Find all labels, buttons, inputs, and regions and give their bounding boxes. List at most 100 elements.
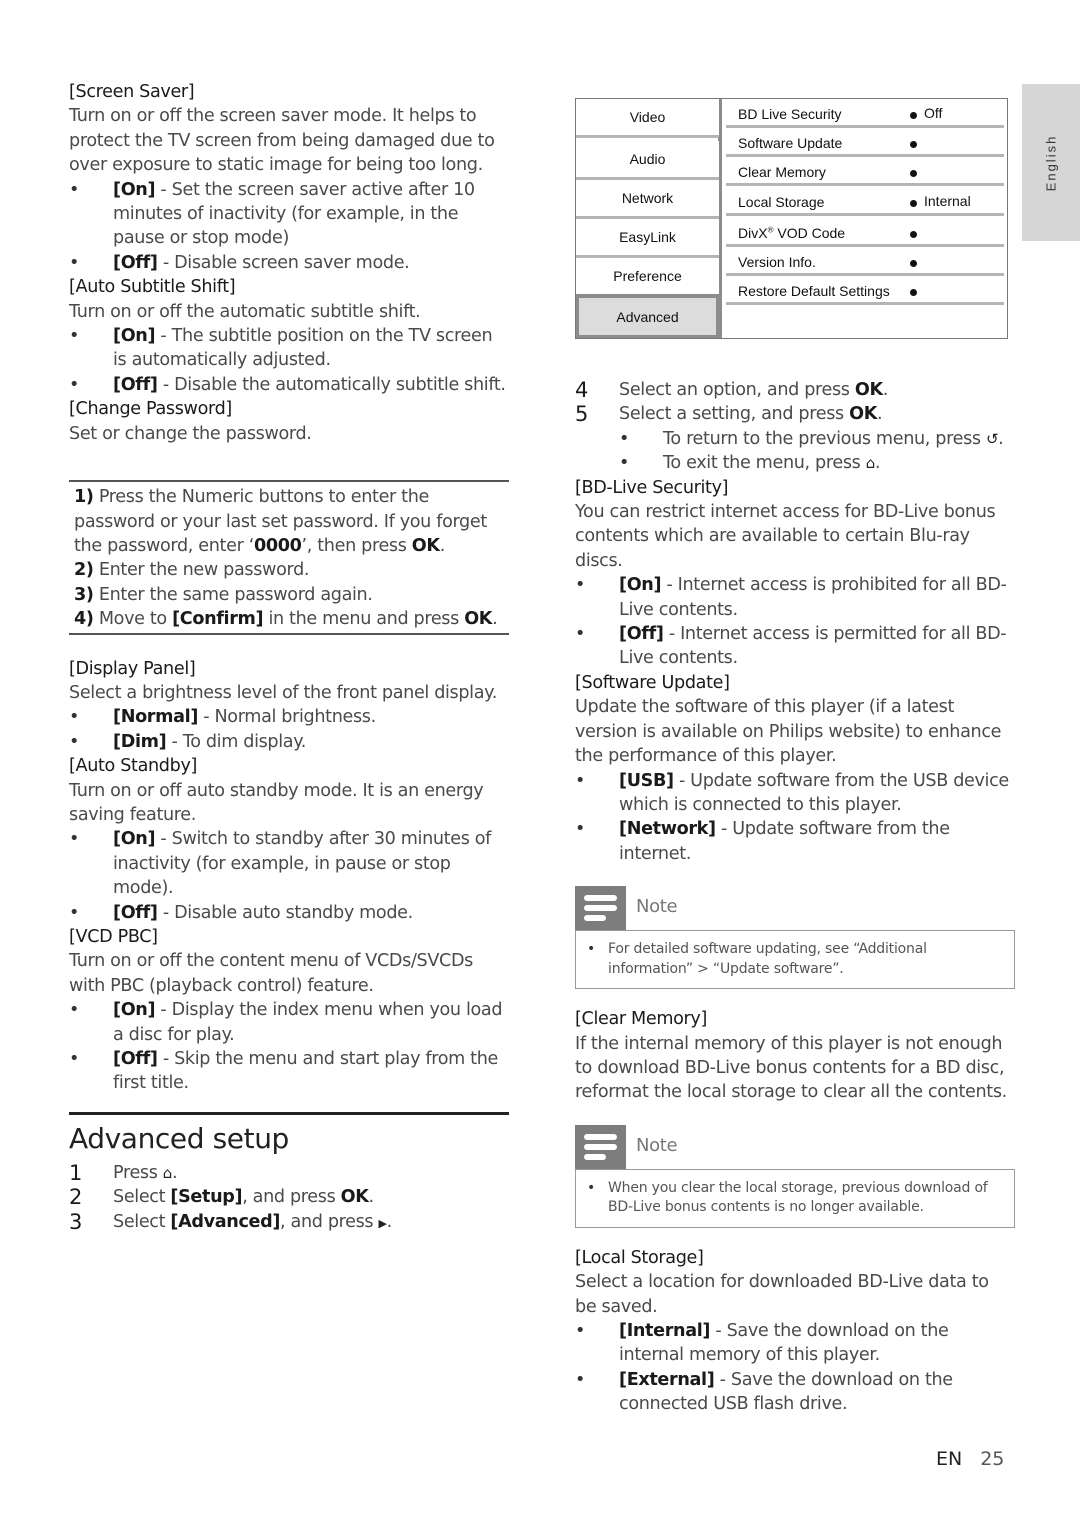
vcd-pbc-section: [VCD PBC] Turn on or off the content men… [69,925,509,1096]
advanced-setup-section: Advanced setup 1 Press ⌂. 2 Select [Setup]… [69,1119,509,1236]
option-off: [Off] - Internet access is permitted for… [575,622,1015,671]
section-heading: [VCD PBC] [69,927,158,947]
note-text: For detailed software updating, see “Add… [575,930,1015,990]
option-on: [On] - The subtitle position on the TV s… [69,324,509,373]
right-arrow-icon: ▶ [378,1216,387,1230]
section-description: Set or change the password. [69,423,312,444]
section-description: Select a location for downloaded BD-Live… [575,1272,989,1317]
setup-step-2: 2 Select [Setup], and press OK. [69,1185,374,1210]
section-heading: [Display Panel] [69,658,196,679]
menu-tab-audio[interactable]: Audio [576,141,719,180]
option-normal: [Normal] - Normal brightness. [69,705,509,730]
setup-step-3: 3 Select [Advanced], and press ▶. [69,1209,392,1234]
setup-step-5: 5 Select a setting, and press OK. [575,402,883,427]
setup-step-1: 1 Press ⌂. [69,1160,178,1185]
menu-tab-preference[interactable]: Preference [576,258,719,297]
note-icon [575,1124,626,1169]
bd-live-security-section: [BD-Live Security] You can restrict inte… [575,476,1015,671]
menu-tab-network[interactable]: Network [576,180,719,219]
section-heading: [Change Password] [69,399,232,420]
section-description: Turn on or off auto standby mode. It is … [69,780,484,825]
menu-row-divx-vod-code[interactable]: DivX® VOD Code [726,218,1004,247]
screen-saver-section: [Screen Saver] Turn on or off the screen… [69,80,509,276]
language-tab: English [1022,84,1080,241]
clear-memory-section: [Clear Memory] If the internal memory of… [575,1007,1015,1105]
language-code: EN [936,1448,963,1470]
page-footer: EN 25 [936,1448,1004,1470]
password-steps-box: 1) Press the Numeric buttons to enter th… [69,480,509,635]
setup-step-4: 4 Select an option, and press OK. [575,378,889,402]
section-description: Turn on or off the screen saver mode. It… [69,106,495,176]
option-external: [External] - Save the download on the co… [575,1368,1015,1417]
bullet-icon [910,231,917,238]
sub-bullet-return: To return to the previous menu, press ↺. [575,427,1015,452]
section-description: You can restrict internet access for BD-… [575,502,996,571]
change-password-section: [Change Password] Set or change the pass… [69,397,509,635]
bullet-icon [910,141,917,148]
section-description: Update the software of this player (if a… [575,697,1002,767]
section-heading: [Auto Subtitle Shift] [69,277,236,298]
option-off: [Off] - Skip the menu and start play fro… [69,1047,509,1096]
sub-bullet-exit: To exit the menu, press ⌂. [575,451,1015,476]
section-heading: [Clear Memory] [575,1009,707,1030]
menu-tab-video[interactable]: Video [576,99,719,138]
back-icon: ↺ [985,429,999,448]
local-storage-section: [Local Storage] Select a location for do… [575,1246,1015,1417]
section-heading: [BD-Live Security] [575,477,729,498]
menu-row-local-storage[interactable]: Local Storage Internal [726,187,1004,216]
section-description: Select a brightness level of the front p… [69,682,497,703]
menu-options-list: BD Live Security Off Software Update Clea… [726,99,1007,338]
option-dim: [Dim] - To dim display. [69,730,509,755]
option-usb: [USB] - Update software from the USB dev… [575,769,1015,818]
option-on: [On] - Display the index menu when you l… [69,998,509,1047]
option-off: [Off] - Disable the automatically subtit… [69,373,509,398]
section-title: Advanced setup [69,1121,289,1155]
bullet-icon [910,112,917,119]
menu-row-software-update[interactable]: Software Update [726,128,1004,157]
menu-tab-advanced[interactable]: Advanced [576,295,719,338]
section-heading: [Local Storage] [575,1247,704,1268]
option-network: [Network] - Update software from the int… [575,817,1015,866]
left-column: [Screen Saver] Turn on or off the screen… [69,80,509,1236]
bullet-icon [910,170,917,177]
menu-tab-easylink[interactable]: EasyLink [576,219,719,258]
section-description: Turn on or off the content menu of VCDs/… [69,951,473,996]
page-number: 25 [980,1448,1005,1470]
settings-menu-screenshot: Video Audio Network EasyLink Preference … [575,98,1008,339]
password-step-2: 2) Enter the new password. [74,560,310,581]
menu-row-restore-default-settings[interactable]: Restore Default Settings [726,276,1004,305]
menu-row-version-info[interactable]: Version Info. [726,247,1004,276]
option-off: [Off] - Disable screen saver mode. [69,251,509,276]
option-off: [Off] - Disable auto standby mode. [69,901,509,926]
option-on: [On] - Switch to standby after 30 minute… [69,827,509,900]
bullet-icon [910,200,917,207]
home-icon: ⌂ [865,454,876,473]
section-description: Turn on or off the automatic subtitle sh… [69,301,421,322]
menu-row-clear-memory[interactable]: Clear Memory [726,157,1004,186]
option-on: [On] - Internet access is prohibited for… [575,573,1015,622]
password-step-4: 4) Move to [Confirm] in the menu and pre… [74,609,498,630]
software-update-section: [Software Update] Update the software of… [575,671,1015,866]
password-step-3: 3) Enter the same password again. [74,584,373,605]
bullet-icon [910,289,917,296]
section-heading: [Screen Saver] [69,82,195,102]
option-internal: [Internal] - Save the download on the in… [575,1319,1015,1368]
section-divider [69,1111,509,1115]
menu-category-list: Video Audio Network EasyLink Preference … [576,99,722,338]
right-column: 4 Select an option, and press OK. 5 Select… [575,378,1015,1417]
display-panel-section: [Display Panel] Select a brightness leve… [69,657,509,755]
auto-subtitle-shift-section: [Auto Subtitle Shift] Turn on or off the… [69,275,509,397]
password-step-1: 1) Press the Numeric buttons to enter th… [74,487,487,556]
section-heading: [Software Update] [575,672,730,693]
bullet-icon [910,260,917,267]
note-text: When you clear the local storage, previo… [575,1168,1015,1228]
note-icon [575,886,626,931]
menu-row-bd-live-security[interactable]: BD Live Security Off [726,99,1004,128]
section-description: If the internal memory of this player is… [575,1033,1007,1103]
note-box-clear-memory: Note When you clear the local storage, p… [575,1124,1015,1228]
home-icon: ⌂ [162,1163,173,1182]
note-box-software: Note For detailed software updating, see… [575,886,1015,990]
section-heading: [Auto Standby] [69,756,198,777]
option-on: [On] - Set the screen saver active after… [69,178,509,251]
auto-standby-section: [Auto Standby] Turn on or off auto stand… [69,754,509,925]
